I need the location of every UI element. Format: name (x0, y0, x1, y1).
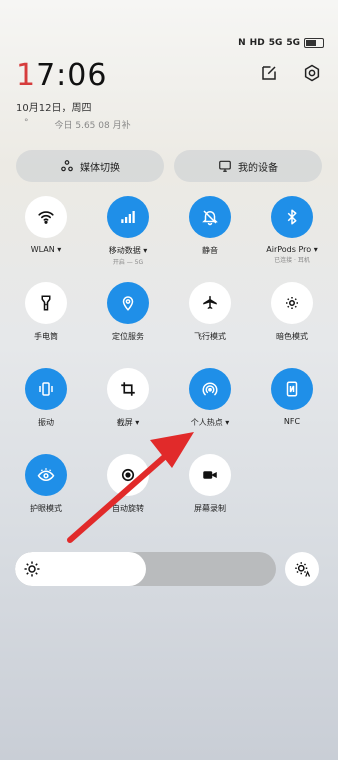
hotspot-icon (189, 368, 231, 410)
settings-icon[interactable] (303, 64, 321, 82)
tile-label: 护眼模式 (30, 504, 62, 513)
tile-flashlight[interactable]: 手电筒 (16, 282, 76, 342)
devices-icon (219, 160, 231, 172)
tile-eye-care[interactable]: 护眼模式 (16, 454, 76, 514)
clock-rest: 7:06 (36, 58, 108, 93)
tile-label: 暗色模式 (276, 332, 308, 341)
media-switch-icon (61, 160, 73, 172)
tile-label: 振动 (38, 418, 54, 427)
clock-date: 10月12日，周四 (16, 103, 92, 114)
bluetooth-icon (271, 196, 313, 238)
rotate-icon (107, 454, 149, 496)
nfc-indicator: N (238, 38, 246, 48)
location-icon (107, 282, 149, 324)
dark-mode-icon (271, 282, 313, 324)
tile-airplane[interactable]: 飞行模式 (180, 282, 240, 342)
wifi-icon (25, 196, 67, 238)
tile-mobile-data[interactable]: 移动数据 ▾ 开启 — 5G (98, 196, 158, 266)
tile-label: 飞行模式 (194, 332, 226, 341)
eye-icon (25, 454, 67, 496)
brightness-slider[interactable] (15, 552, 276, 586)
tile-location[interactable]: 定位服务 (98, 282, 158, 342)
hd-indicator: HD (249, 38, 265, 48)
tile-label: AirPods Pro ▾ (266, 245, 318, 254)
sun-icon (23, 560, 41, 578)
my-devices-label: 我的设备 (238, 162, 278, 174)
tile-nfc[interactable]: NFC (262, 368, 322, 426)
nfc-icon (271, 368, 313, 410)
video-icon (189, 454, 231, 496)
media-switch-button[interactable]: 媒体切换 (16, 150, 164, 182)
tile-screen-record[interactable]: 屏幕录制 (180, 454, 240, 514)
tile-auto-rotate[interactable]: 自动旋转 (98, 454, 158, 514)
tile-label: 静音 (202, 246, 218, 255)
tile-hotspot[interactable]: 个人热点 ▾ (180, 368, 240, 428)
tile-label: 自动旋转 (112, 504, 144, 513)
tile-label: WLAN ▾ (30, 245, 62, 254)
signal-icon (107, 196, 149, 238)
tile-vibrate[interactable]: 振动 (16, 368, 76, 428)
weather-temp: ° (24, 118, 29, 128)
tile-label: 个人热点 ▾ (190, 418, 230, 427)
tile-screenshot[interactable]: 截屏 ▾ (98, 368, 158, 428)
bell-mute-icon (189, 196, 231, 238)
clock-time: 17:06 (16, 58, 107, 93)
battery-icon (304, 38, 324, 48)
tile-silent[interactable]: 静音 (180, 196, 240, 256)
tile-label: 屏幕录制 (194, 504, 226, 513)
edit-icon[interactable] (260, 64, 278, 82)
tile-label: 手电筒 (34, 332, 58, 341)
my-devices-button[interactable]: 我的设备 (174, 150, 322, 182)
tile-label: 定位服务 (112, 332, 144, 341)
tile-label: NFC (283, 417, 301, 426)
tile-label: 移动数据 ▾ (108, 246, 148, 255)
status-bar: N HD 5G 5G (238, 36, 324, 50)
vibrate-icon (25, 368, 67, 410)
airplane-icon (189, 282, 231, 324)
signal-indicator-1: 5G (268, 38, 283, 48)
tile-sublabel: 已连接 · 耳机 (274, 257, 310, 264)
weather-text: 今日 5.65 08 月补 (54, 121, 131, 131)
tile-label: 截屏 ▾ (116, 418, 140, 427)
media-switch-label: 媒体切换 (80, 162, 120, 174)
crop-icon (107, 368, 149, 410)
flashlight-icon (25, 282, 67, 324)
clock-hour-digit: 1 (16, 58, 37, 93)
auto-brightness-button[interactable] (285, 552, 319, 586)
tile-sublabel: 开启 — 5G (112, 259, 144, 266)
auto-brightness-icon (295, 562, 311, 577)
signal-indicator-2: 5G (286, 38, 300, 48)
tile-bluetooth[interactable]: AirPods Pro ▾ 已连接 · 耳机 (262, 196, 322, 264)
tile-wlan[interactable]: WLAN ▾ (16, 196, 76, 254)
weather-row: ° 今日 5.65 08 月补 (24, 118, 131, 131)
tile-dark-mode[interactable]: 暗色模式 (262, 282, 322, 342)
